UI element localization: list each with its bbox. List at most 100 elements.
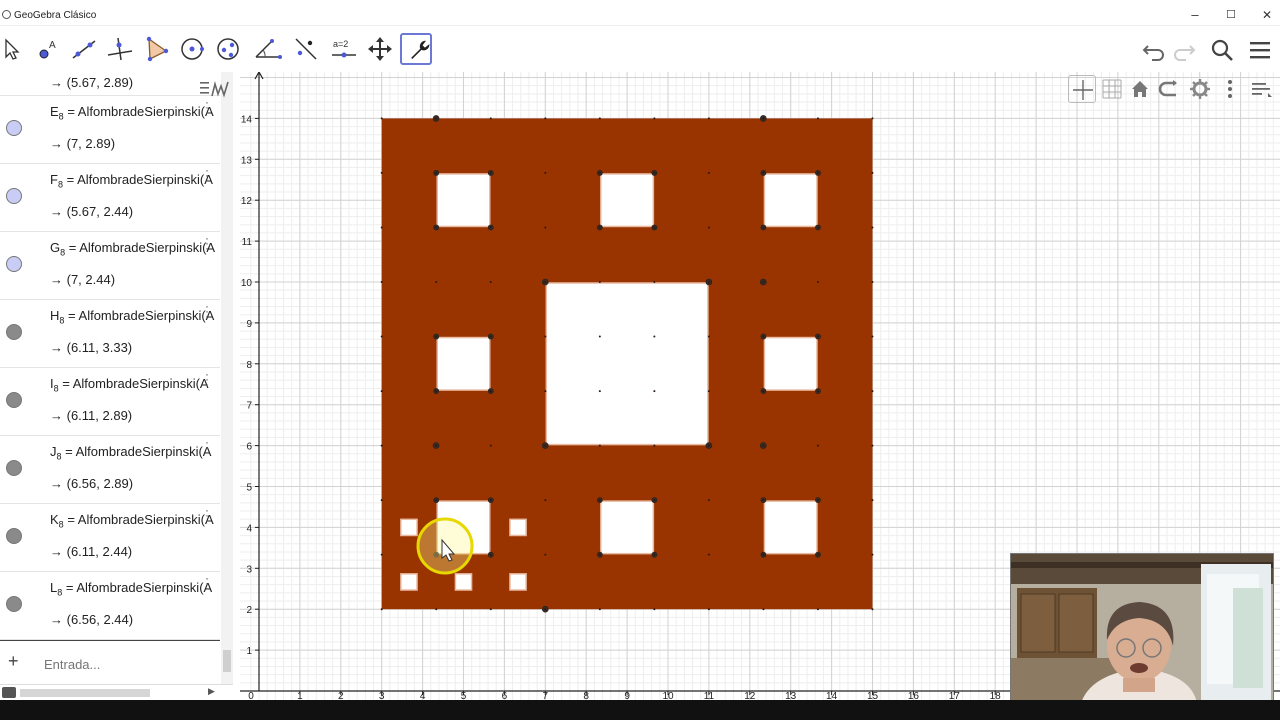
algebra-row[interactable]: J8 = AlfombradeSierpinski(A → (6.56, 2.89…	[0, 436, 220, 504]
more-options-icon[interactable]: · · ·	[204, 436, 210, 458]
small-point	[380, 117, 383, 120]
small-point	[435, 499, 438, 502]
add-input-icon[interactable]: +	[8, 651, 19, 672]
circle-tool[interactable]	[176, 33, 208, 65]
algebra-row[interactable]: L8 = AlfombradeSierpinski(A → (6.56, 2.44…	[0, 572, 220, 640]
y-tick-label: 10	[241, 278, 253, 289]
x-tick-label: 14	[826, 691, 838, 700]
polygon-tool[interactable]	[140, 33, 172, 65]
home-button[interactable]	[1126, 75, 1154, 103]
algebra-style-toggle[interactable]	[198, 78, 232, 100]
x-tick-label: 6	[502, 691, 508, 700]
more-options-icon[interactable]: · · ·	[204, 232, 210, 254]
carpet-hole-level-2	[600, 500, 655, 555]
more-options-icon[interactable]: · · ·	[204, 504, 210, 526]
small-point	[380, 335, 383, 338]
axes-button[interactable]	[1068, 75, 1096, 103]
maximize-button[interactable]: ☐	[1220, 6, 1242, 24]
grid-button[interactable]	[1098, 75, 1126, 103]
style-bar-toggle-button[interactable]	[1248, 75, 1276, 103]
visibility-toggle-icon[interactable]	[6, 392, 22, 408]
visibility-toggle-icon[interactable]	[6, 460, 22, 476]
algebra-row[interactable]: K8 = AlfombradeSierpinski(A → (6.11, 2.44…	[0, 504, 220, 572]
small-point	[653, 390, 656, 393]
small-point	[762, 444, 765, 447]
small-point	[598, 608, 601, 611]
algebra-scrollbar[interactable]	[221, 72, 233, 684]
conic-tool[interactable]	[212, 33, 244, 65]
scroll-right-icon[interactable]: ▶	[208, 686, 215, 697]
algebra-row[interactable]: G8 = AlfombradeSierpinski(A → (7, 2.44) · ·…	[0, 232, 220, 300]
settings-button[interactable]	[1186, 75, 1214, 103]
visibility-toggle-icon[interactable]	[6, 256, 22, 272]
carpet-hole-level-2	[600, 173, 655, 228]
algebra-row-partial[interactable]: → (5.67, 2.89)	[0, 72, 220, 96]
more-options-icon[interactable]: · · ·	[204, 164, 210, 186]
small-point	[707, 444, 710, 447]
algebra-bottom-bar: ▶	[0, 684, 233, 700]
input-bar[interactable]: +	[0, 640, 220, 684]
algebra-value: → (6.11, 2.89)	[50, 408, 133, 423]
point-tool[interactable]: A	[32, 33, 64, 65]
small-point	[707, 171, 710, 174]
small-point	[598, 171, 601, 174]
x-tick-label: 9	[624, 691, 630, 700]
undo-button[interactable]	[1140, 36, 1168, 64]
style-bar-toggle-icon	[1252, 83, 1272, 97]
algebra-row[interactable]: I8 = AlfombradeSierpinski(A → (6.11, 2.89…	[0, 368, 220, 436]
more-button[interactable]	[1216, 75, 1244, 103]
window-title: GeoGebra Clásico	[14, 10, 97, 21]
x-tick-label: 7	[543, 691, 549, 700]
redo-button[interactable]	[1170, 36, 1198, 64]
y-tick-label: 3	[246, 564, 252, 575]
small-point	[871, 335, 874, 338]
move-tool[interactable]	[0, 33, 28, 65]
slider-tool[interactable]: a=2	[328, 33, 360, 65]
minimize-button[interactable]: –	[1184, 6, 1206, 24]
search-icon	[1211, 39, 1233, 61]
horizontal-scrollbar[interactable]	[20, 689, 150, 697]
graphics-style-bar	[1068, 75, 1280, 105]
bottom-strip	[0, 700, 1280, 720]
more-options-icon[interactable]: · · ·	[204, 96, 210, 118]
algebra-row[interactable]: H8 = AlfombradeSierpinski(A → (6.11, 3.33…	[0, 300, 220, 368]
small-point	[816, 335, 819, 338]
angle-tool[interactable]	[252, 33, 284, 65]
search-button[interactable]	[1208, 36, 1236, 64]
small-point	[816, 608, 819, 611]
visibility-toggle-icon[interactable]	[6, 188, 22, 204]
reflect-tool[interactable]	[290, 33, 322, 65]
perpendicular-tool[interactable]	[104, 33, 136, 65]
view-button[interactable]	[1156, 75, 1184, 103]
small-point	[598, 117, 601, 120]
y-tick-label: 13	[241, 155, 253, 166]
close-button[interactable]: ✕	[1256, 6, 1278, 24]
keyboard-icon[interactable]	[2, 687, 16, 698]
small-point	[380, 444, 383, 447]
circle-icon	[181, 38, 204, 60]
main-menu-button[interactable]	[1246, 36, 1274, 64]
small-point	[816, 444, 819, 447]
angle-icon	[255, 39, 282, 59]
visibility-toggle-icon[interactable]	[6, 120, 22, 136]
wrench-tool[interactable]	[400, 33, 432, 65]
visibility-toggle-icon[interactable]	[6, 528, 22, 544]
line-tool[interactable]	[68, 33, 100, 65]
input-field[interactable]	[44, 653, 204, 675]
algebra-row[interactable]: E8 = AlfombradeSierpinski(A → (7, 2.89) · ·…	[0, 96, 220, 164]
x-tick-label: 8	[583, 691, 589, 700]
small-point	[544, 335, 547, 338]
visibility-toggle-icon[interactable]	[6, 324, 22, 340]
visibility-toggle-icon[interactable]	[6, 596, 22, 612]
more-options-icon[interactable]: · · ·	[204, 572, 210, 594]
small-point	[598, 335, 601, 338]
move-graphics-tool[interactable]	[364, 33, 396, 65]
algebra-value: → (7, 2.89)	[50, 136, 116, 151]
more-options-icon[interactable]: · · ·	[204, 300, 210, 322]
more-options-icon[interactable]: · · ·	[204, 368, 210, 390]
x-tick-label: 5	[461, 691, 467, 700]
algebra-definition: G8 = AlfombradeSierpinski(A	[50, 240, 216, 258]
algebra-row[interactable]: F8 = AlfombradeSierpinski(A → (5.67, 2.44…	[0, 164, 220, 232]
small-point	[544, 390, 547, 393]
scrollbar-thumb[interactable]	[223, 650, 231, 672]
